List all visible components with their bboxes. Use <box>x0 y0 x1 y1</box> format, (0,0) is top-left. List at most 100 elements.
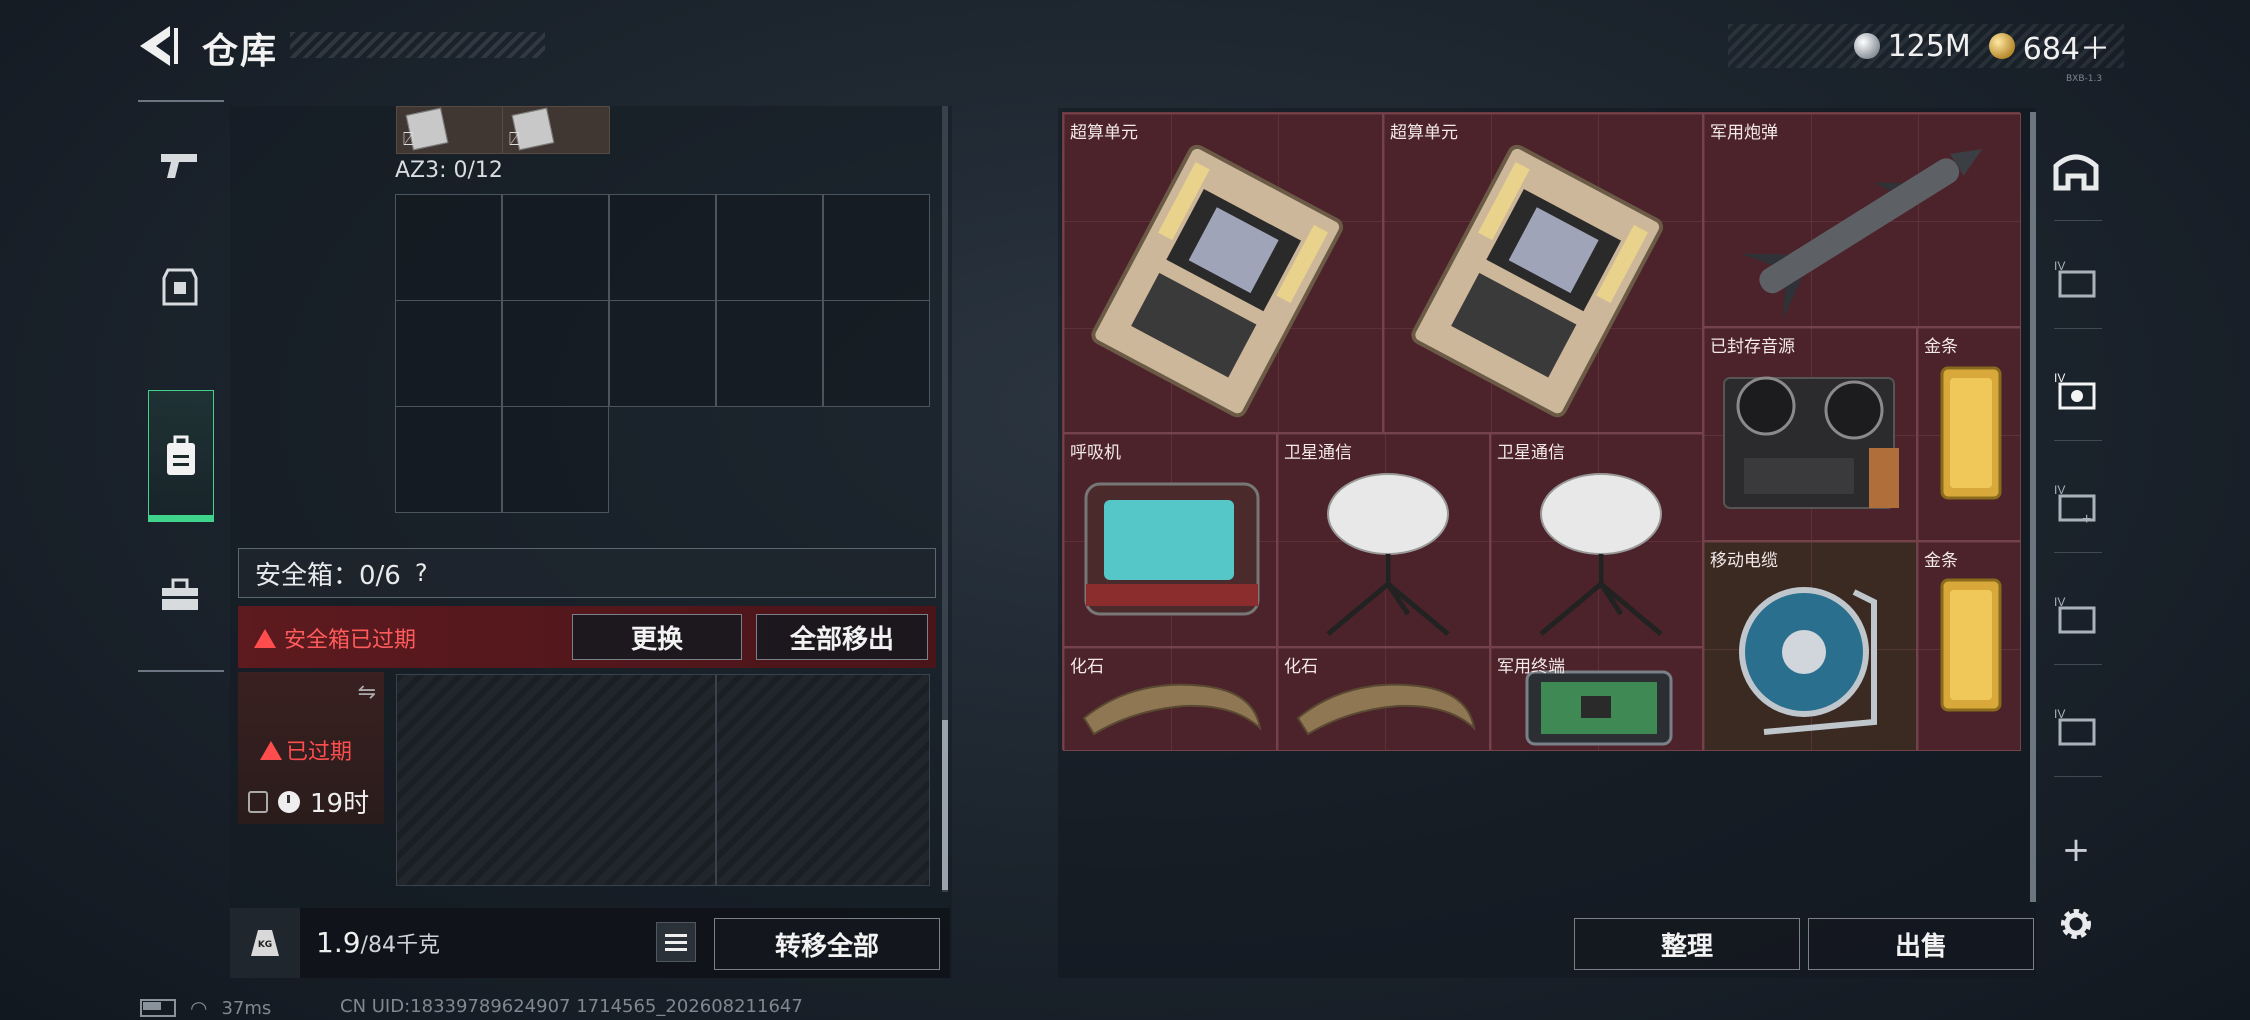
currency-gold[interactable]: 684＋ <box>1988 24 2110 68</box>
item-gold-bar[interactable]: 金条 <box>1917 541 2021 751</box>
stash-tab-2-active[interactable]: IV <box>2048 350 2104 430</box>
item-gold-bar[interactable]: 金条 <box>1917 327 2021 541</box>
item-label: 军用炮弹 <box>1710 123 1778 143</box>
safe-box-slot-locked <box>716 674 930 886</box>
grid-slot[interactable] <box>609 194 716 301</box>
grid-slot[interactable] <box>502 194 609 301</box>
item-respirator[interactable]: 呼吸机 <box>1063 433 1277 647</box>
grid-slot[interactable] <box>716 300 823 407</box>
stash-tab-5[interactable]: IV <box>2048 686 2104 766</box>
item-supercomputer-unit[interactable]: 超算单元 <box>1383 113 1703 433</box>
back-arrow-icon <box>140 26 178 66</box>
page-title: 仓库 <box>202 31 279 72</box>
item-label: 超算单元 <box>1070 123 1138 143</box>
replace-button[interactable]: 更换 <box>572 614 742 660</box>
missile-icon <box>1741 148 1983 320</box>
help-icon[interactable]: ? <box>415 559 428 587</box>
swap-icon: ⇋ <box>357 680 376 705</box>
no-drop-icon: ⍁ <box>509 129 520 150</box>
toolbox-icon <box>162 578 198 610</box>
item-label: 超算单元 <box>1390 123 1458 143</box>
item-satellite-comm[interactable]: 卫星通信 <box>1277 433 1490 647</box>
lock-icon <box>248 790 268 813</box>
item-military-shell[interactable]: 军用炮弹 <box>1703 113 2021 327</box>
warning-icon <box>260 740 282 760</box>
list-view-button[interactable] <box>656 922 696 962</box>
grid-slot[interactable] <box>395 300 502 407</box>
item-military-terminal[interactable]: 军用终端 <box>1490 647 1703 751</box>
stored-card-item[interactable]: ⍁ <box>502 106 610 154</box>
item-label: 呼吸机 <box>1070 443 1121 463</box>
item-supercomputer-unit[interactable]: 超算单元 <box>1063 113 1383 433</box>
safe-case-tile[interactable]: ⇋ 已过期 19时 <box>238 672 384 824</box>
item-label: 化石 <box>1070 657 1104 677</box>
expired-warning-text: 安全箱已过期 <box>284 628 417 653</box>
weight-icon: KG <box>251 930 279 956</box>
az3-grid <box>395 194 930 514</box>
rail-item-toolbox[interactable] <box>148 540 212 650</box>
stash-tab-4[interactable]: IV <box>2048 574 2104 654</box>
clock-icon <box>278 790 300 813</box>
item-sealed-audio-source[interactable]: 已封存音源 <box>1703 327 1917 541</box>
transfer-all-button[interactable]: 转移全部 <box>714 918 940 970</box>
item-mobile-cable[interactable]: 移动电缆 <box>1703 541 1917 751</box>
device-status: ◠ 37ms <box>140 996 271 1020</box>
pistol-icon <box>161 154 197 178</box>
list-icon-line <box>665 940 687 944</box>
rail-item-backpack[interactable] <box>148 390 214 522</box>
rail-divider <box>138 100 224 102</box>
az3-capacity-label: AZ3: 0/12 <box>395 158 503 183</box>
uid-text: CN UID:18339789624907 1714565_2026082116… <box>340 996 803 1017</box>
add-tab-button[interactable]: + <box>2048 810 2104 890</box>
stash-scrollbar[interactable] <box>2030 112 2036 902</box>
sort-button[interactable]: 整理 <box>1574 918 1800 970</box>
weight-max: /84千克 <box>360 933 440 958</box>
tab-divider <box>2054 552 2102 553</box>
item-satellite-comm[interactable]: 卫星通信 <box>1490 433 1703 647</box>
title-stripe <box>290 32 545 58</box>
grid-slot[interactable] <box>716 194 823 301</box>
no-drop-icon: ⍁ <box>403 129 414 150</box>
gold-coin-icon <box>1988 33 2015 59</box>
grid-slot[interactable] <box>823 300 930 407</box>
weight-icon-box: KG <box>230 908 300 978</box>
safe-box-header: 安全箱：0/6 ? <box>238 548 936 598</box>
grid-slot[interactable] <box>823 194 930 301</box>
grid-slot[interactable] <box>502 300 609 407</box>
tab-3-icon: IV + <box>2054 483 2096 524</box>
tab-5-icon: IV <box>2054 707 2096 746</box>
version-tag: BXB-1.3 <box>2066 74 2103 84</box>
stash-tab-1[interactable]: IV <box>2048 238 2104 318</box>
grid-slot[interactable] <box>395 406 502 513</box>
back-button[interactable] <box>136 22 182 70</box>
safe-case-footer: 19时 <box>248 783 369 820</box>
grid-slot[interactable] <box>609 300 716 407</box>
item-label: 移动电缆 <box>1710 551 1778 571</box>
stored-card-item[interactable]: ⍁ <box>396 106 504 154</box>
item-fossil[interactable]: 化石 <box>1063 647 1277 751</box>
safe-box-capacity: 安全箱：0/6 <box>255 560 401 591</box>
currency-silver[interactable]: 125M <box>1853 29 1971 64</box>
item-label: 金条 <box>1924 337 1958 357</box>
category-rail <box>138 100 224 672</box>
item-label: 化石 <box>1284 657 1318 677</box>
grid-slot[interactable] <box>395 194 502 301</box>
backpack-scroll-thumb[interactable] <box>942 720 948 890</box>
home-tab-icon <box>2053 154 2099 191</box>
settings-button[interactable] <box>2048 884 2104 964</box>
item-fossil[interactable]: 化石 <box>1277 647 1490 751</box>
safe-case-timer: 19时 <box>310 789 370 819</box>
rail-item-armor[interactable] <box>148 232 212 342</box>
gold-bar-icon <box>1940 366 2002 500</box>
svg-text:+: + <box>2082 511 2091 524</box>
move-all-out-button[interactable]: 全部移出 <box>756 614 928 660</box>
stash-tab-home[interactable] <box>2048 130 2104 210</box>
respirator-machine-icon <box>1084 482 1260 616</box>
item-label: 金条 <box>1924 551 1958 571</box>
grid-slot[interactable] <box>502 406 609 513</box>
stash-tab-3[interactable]: IV + <box>2048 462 2104 542</box>
sell-button[interactable]: 出售 <box>1808 918 2034 970</box>
currency-bar: 125M 684＋ <box>1728 24 2124 68</box>
stash-grid: 超算单元 超算单元 军用炮弹 已封存音源 金条 呼吸机 卫星通信 卫星通信 移动… <box>1062 112 2021 751</box>
rail-item-weapons[interactable] <box>148 110 212 220</box>
